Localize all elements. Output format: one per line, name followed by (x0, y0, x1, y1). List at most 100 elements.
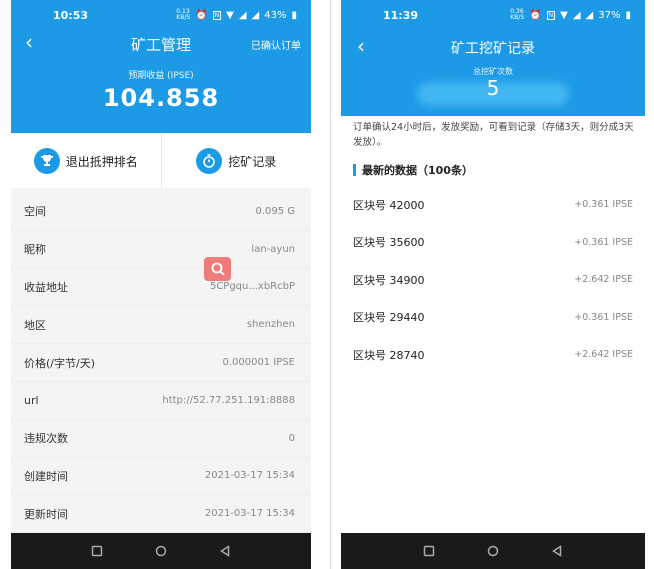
search-overlay-button[interactable] (204, 257, 231, 281)
nfc-icon: N (212, 10, 222, 20)
record-block: 区块号 42000 (353, 198, 425, 212)
exit-staking-ranking-button[interactable]: 退出抵押排名 (11, 134, 161, 188)
detail-row: 违规次数 0 (11, 420, 311, 458)
record-block: 区块号 28740 (353, 348, 425, 362)
network-speed: 0.13 KB/S (176, 8, 191, 21)
nfc-icon: N (546, 10, 556, 20)
detail-row: 创建时间 2021-03-17 15:34 (11, 458, 311, 496)
status-time: 10:53 (53, 9, 89, 22)
home-button[interactable] (155, 545, 167, 557)
panel-divider (330, 0, 331, 569)
detail-row: 地区 shenzhen (11, 306, 311, 345)
detail-key: 价格(/字节/天) (24, 356, 95, 370)
circle-icon (487, 545, 499, 557)
system-nav-bar (11, 533, 311, 569)
wifi-icon: ▼ (560, 9, 568, 21)
confirmed-orders-link[interactable]: 已确认订单 (251, 37, 301, 52)
detail-row: 昵称 lan-ayun (11, 231, 311, 269)
record-block: 区块号 35600 (353, 236, 425, 250)
battery-icon: ▮ (291, 9, 297, 21)
detail-value: 2021-03-17 15:34 (204, 470, 295, 482)
detail-key: 空间 (24, 205, 46, 219)
record-row[interactable]: 区块号 28740 +2.642 IPSE (341, 336, 645, 374)
status-time: 11:39 (383, 9, 419, 22)
home-button[interactable] (487, 545, 499, 557)
status-bar: 10:53 0.13 KB/S ⏰ N ▼ ◢ ◢ 43% ▮ (11, 0, 311, 30)
trophy-icon (33, 148, 60, 174)
miner-details-list: 空间 0.095 G 昵称 lan-ayun 收益地址 5CPgqu...xbRcbP… (11, 193, 311, 534)
record-row[interactable]: 区块号 42000 +0.361 IPSE (341, 186, 645, 224)
stopwatch-icon (196, 148, 223, 174)
battery-percent: 37% (598, 9, 621, 21)
detail-value: shenzhen (246, 319, 295, 331)
record-amount: +2.642 IPSE (574, 274, 633, 286)
record-row[interactable]: 区块号 29440 +0.361 IPSE (341, 299, 645, 337)
signal-2-icon: ◢ (251, 9, 260, 21)
battery-icon: ▮ (625, 9, 631, 21)
detail-key: 昵称 (24, 243, 46, 257)
triangle-back-icon (552, 545, 562, 557)
status-icons: 0.13 KB/S ⏰ N ▼ ◢ ◢ 43% ▮ (176, 9, 297, 21)
detail-value: 0.000001 IPSE (222, 357, 295, 369)
detail-value: 0.095 G (255, 205, 295, 217)
action-bar: 退出抵押排名 挖矿记录 (11, 134, 311, 188)
detail-key: 创建时间 (24, 469, 68, 483)
estimated-earnings-value: 104.858 (102, 84, 220, 112)
record-block: 区块号 29440 (353, 311, 425, 325)
section-accent-bar (353, 164, 356, 176)
signal-icon: ◢ (572, 9, 581, 21)
detail-key: 收益地址 (24, 280, 68, 294)
record-amount: +0.361 IPSE (574, 311, 633, 323)
alarm-icon: ⏰ (529, 9, 542, 21)
estimated-earnings-label: 预期收益 (IPSE) (128, 71, 194, 81)
detail-row: 收益地址 5CPgqu...xbRcbP (11, 269, 311, 307)
right-screen: 11:39 0.36 KB/S ⏰ N ▼ ◢ ◢ 37% ▮ ‹ 矿工挖矿记录… (341, 0, 645, 569)
signal-icon: ◢ (238, 9, 247, 21)
detail-key: url (24, 393, 39, 407)
record-amount: +2.642 IPSE (574, 349, 633, 361)
left-screen: 10:53 0.13 KB/S ⏰ N ▼ ◢ ◢ 43% ▮ ‹ 矿工管理 已… (11, 0, 311, 569)
detail-row: 更新时间 2021-03-17 15:34 (11, 495, 311, 534)
square-icon (423, 545, 435, 557)
detail-value: 2021-03-17 15:34 (204, 508, 295, 520)
detail-value: 0 (288, 432, 295, 444)
signal-2-icon: ◢ (585, 9, 594, 21)
record-row[interactable]: 区块号 34900 +2.642 IPSE (341, 261, 645, 299)
detail-key: 更新时间 (24, 507, 68, 521)
search-icon (211, 262, 225, 276)
detail-key: 违规次数 (24, 432, 68, 446)
record-amount: +0.361 IPSE (574, 236, 633, 248)
triangle-back-icon (220, 545, 230, 557)
network-speed: 0.36 KB/S (510, 8, 525, 21)
record-block: 区块号 34900 (353, 273, 425, 287)
record-row[interactable]: 区块号 35600 +0.361 IPSE (341, 224, 645, 262)
status-icons: 0.36 KB/S ⏰ N ▼ ◢ ◢ 37% ▮ (510, 9, 631, 21)
back-nav-button[interactable] (551, 545, 563, 557)
detail-key: 地区 (24, 318, 46, 332)
total-mining-count-value: 5 (486, 76, 500, 100)
detail-value: lan-ayun (251, 243, 295, 255)
wifi-icon: ▼ (226, 9, 234, 21)
page-title: 矿工挖矿记录 (451, 41, 535, 57)
reward-note: 订单确认24小时后，发放奖励，可看到记录（存储3天，则分成3天发放）。 (353, 122, 634, 148)
detail-value: http://52.77.251.191:8888 (162, 394, 295, 406)
square-icon (91, 545, 103, 557)
mining-records-button[interactable]: 挖矿记录 (160, 134, 312, 188)
records-header: 11:39 0.36 KB/S ⏰ N ▼ ◢ ◢ 37% ▮ ‹ 矿工挖矿记录… (341, 0, 645, 116)
record-amount: +0.361 IPSE (574, 199, 633, 211)
system-nav-bar (341, 533, 645, 569)
detail-row: 空间 0.095 G (11, 193, 311, 231)
detail-value: 5CPgqu...xbRcbP (209, 281, 295, 293)
battery-percent: 43% (264, 9, 287, 21)
alarm-icon: ⏰ (195, 9, 208, 21)
recents-button[interactable] (423, 545, 435, 557)
miner-header: 10:53 0.13 KB/S ⏰ N ▼ ◢ ◢ 43% ▮ ‹ 矿工管理 已… (11, 0, 311, 133)
section-header: 最新的数据（100条） (353, 162, 473, 178)
back-nav-button[interactable] (219, 545, 231, 557)
detail-row: url http://52.77.251.191:8888 (11, 382, 311, 420)
mining-records-list: 区块号 42000 +0.361 IPSE 区块号 35600 +0.361 IPS… (341, 186, 645, 374)
recents-button[interactable] (91, 545, 103, 557)
exit-staking-ranking-label: 退出抵押排名 (65, 154, 138, 169)
mining-records-label: 挖矿记录 (228, 154, 277, 169)
circle-icon (155, 545, 167, 557)
